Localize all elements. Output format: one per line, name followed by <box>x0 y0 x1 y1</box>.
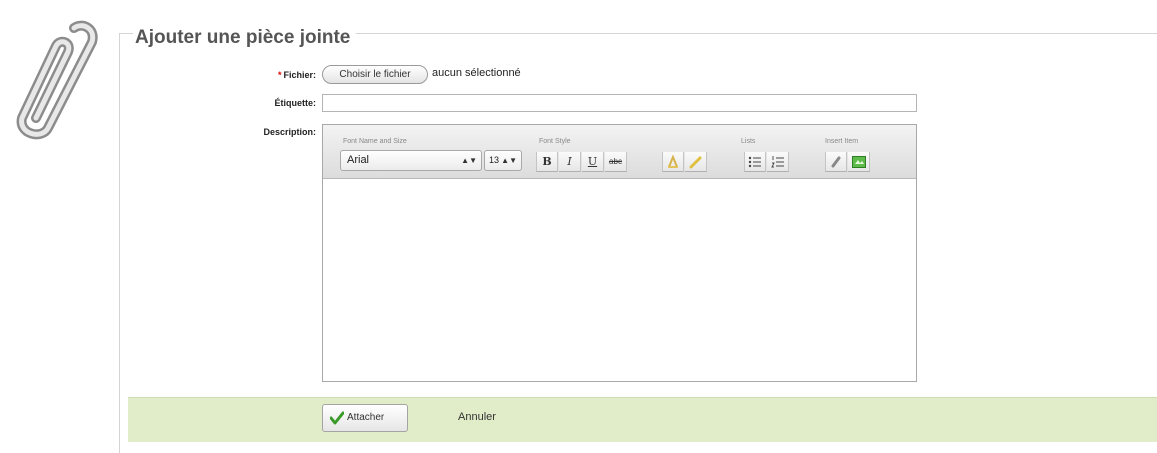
rich-text-editor: Font Name and Size Font Style Lists Inse… <box>322 124 917 382</box>
label-field-label: Étiquette: <box>274 98 317 108</box>
text-color-button[interactable] <box>662 152 684 172</box>
font-group-label: Font Name and Size <box>343 138 407 145</box>
font-name-select[interactable]: Arial ▲▼ <box>340 150 482 171</box>
highlight-pen-icon <box>689 156 701 169</box>
checkmark-icon <box>330 411 344 425</box>
required-mark: * <box>277 70 282 80</box>
bold-button[interactable]: B <box>536 152 558 172</box>
insert-group-label: Insert Item <box>825 138 859 145</box>
style-group-label: Font Style <box>539 138 571 145</box>
image-icon <box>851 156 866 168</box>
lists-group-label: Lists <box>741 138 756 145</box>
strikethrough-button[interactable]: abc <box>605 152 627 172</box>
editor-content-area[interactable] <box>323 180 916 381</box>
label-input[interactable] <box>322 94 917 112</box>
file-status-text: aucun sélectionné <box>432 67 521 79</box>
highlight-button[interactable] <box>685 152 707 172</box>
file-field-label: * Fichier: <box>277 70 316 80</box>
description-field-label: Description: <box>263 127 316 137</box>
insert-link-button[interactable] <box>825 152 847 172</box>
form-footer <box>128 397 1157 442</box>
link-icon <box>831 156 841 168</box>
bullet-list-icon <box>748 156 761 168</box>
font-size-select[interactable]: 13 ▲▼ <box>484 150 522 171</box>
insert-image-button[interactable] <box>848 152 870 172</box>
form-legend: Ajouter une pièce jointe <box>133 27 357 49</box>
choose-file-button[interactable]: Choisir le fichier <box>322 65 428 84</box>
numbered-list-icon <box>770 156 784 168</box>
paperclip-icon <box>16 20 98 140</box>
attach-button[interactable]: Attacher <box>322 404 408 432</box>
editor-toolbar: Font Name and Size Font Style Lists Inse… <box>323 125 916 179</box>
select-arrows-icon: ▲▼ <box>461 156 477 165</box>
stepper-arrows-icon: ▲▼ <box>501 156 517 165</box>
bullet-list-button[interactable] <box>744 152 766 172</box>
text-color-icon <box>668 154 678 168</box>
italic-button[interactable]: I <box>559 152 581 172</box>
numbered-list-button[interactable] <box>767 152 789 172</box>
cancel-link[interactable]: Annuler <box>458 411 496 423</box>
underline-button[interactable]: U <box>582 152 604 172</box>
